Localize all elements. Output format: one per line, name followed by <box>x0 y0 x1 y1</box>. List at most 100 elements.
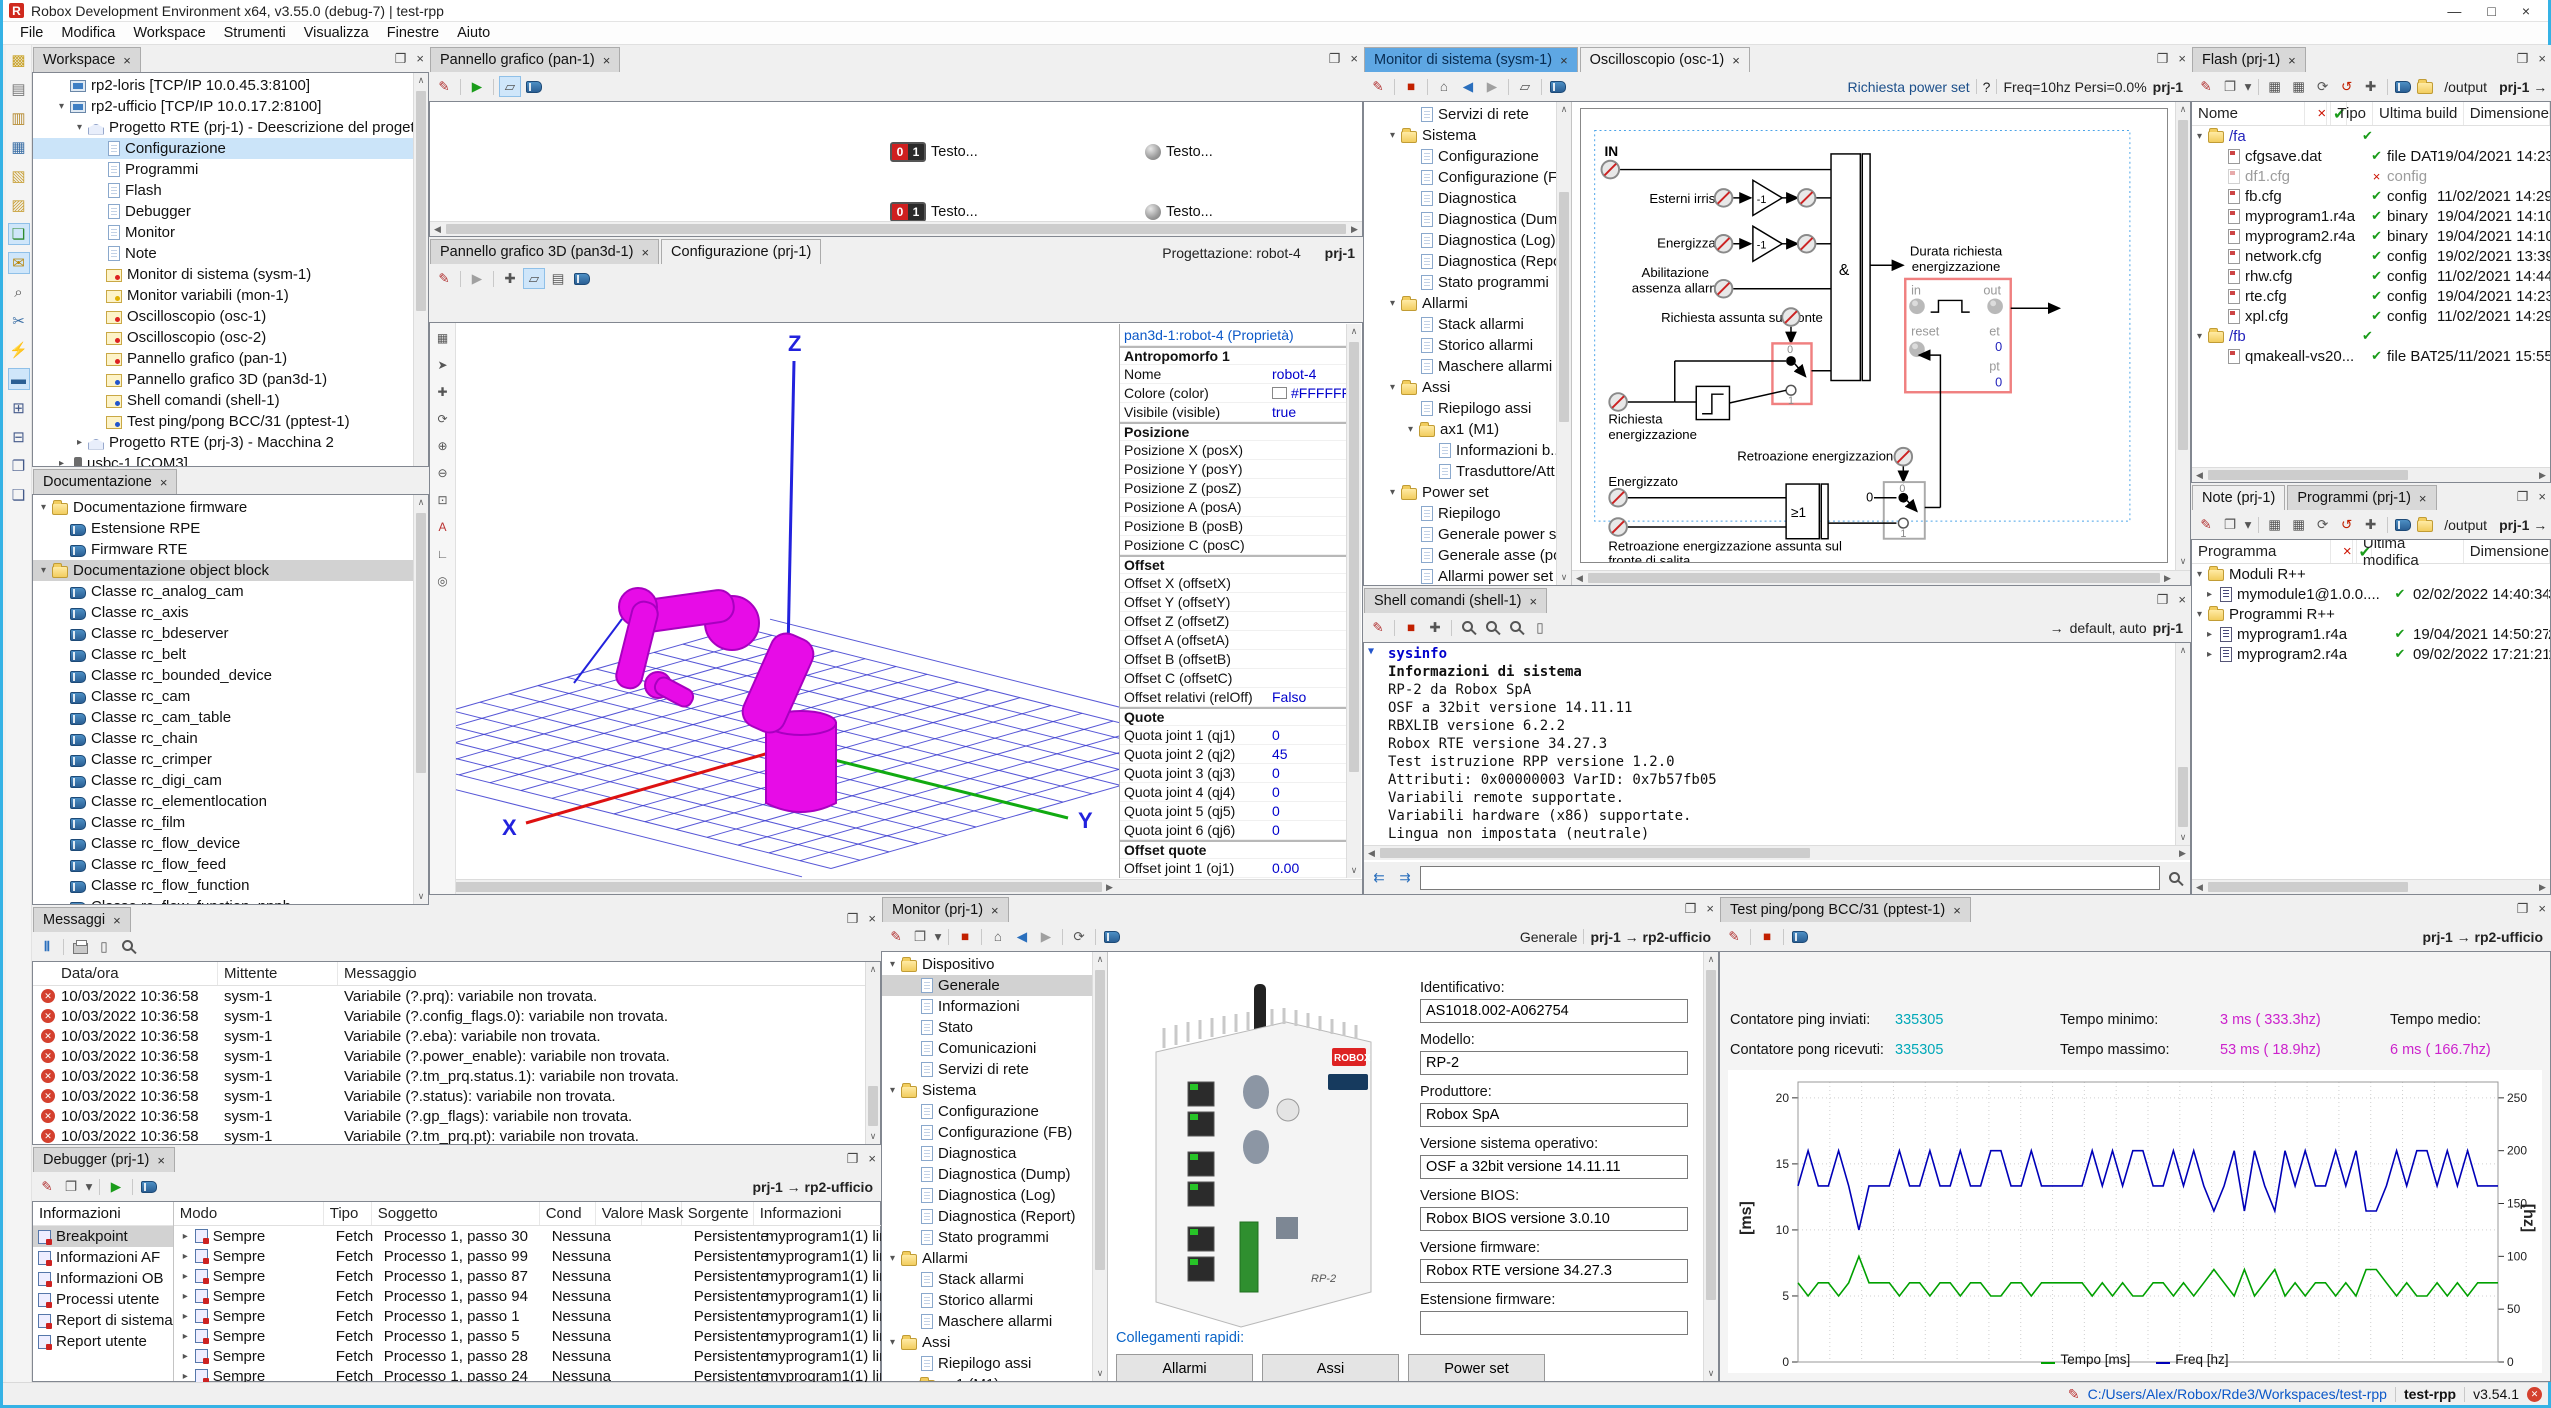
property-row[interactable]: Offset B (offsetB) <box>1120 650 1361 669</box>
zoom-in-text-icon[interactable] <box>1481 617 1503 638</box>
expander-icon[interactable]: ▾ <box>72 122 87 133</box>
dropdown-arrow-icon[interactable]: ▾ <box>2243 76 2253 97</box>
tree-item[interactable]: Riepilogo assi <box>1364 398 1571 419</box>
expander-icon[interactable]: ▸ <box>72 437 87 448</box>
property-row[interactable]: Posizione Z (posZ) <box>1120 479 1361 498</box>
property-row[interactable]: Offset <box>1120 555 1361 574</box>
back-icon[interactable]: ◀ <box>1011 926 1033 947</box>
design-mode-icon[interactable]: ▱ <box>1514 76 1536 97</box>
close-panel-icon[interactable]: × <box>2178 592 2186 608</box>
build-all-icon[interactable]: ▦ <box>2288 76 2310 97</box>
expander-icon[interactable]: ▾ <box>903 1379 918 1381</box>
sync-icon[interactable]: ⟳ <box>2312 514 2334 535</box>
tree-item[interactable]: Classe rc_film <box>33 812 428 833</box>
message-row[interactable]: ✕10/03/2022 10:36:58sysm-1Variabile (?.c… <box>33 1006 880 1026</box>
scrollbar-vertical[interactable]: ∧∨ <box>1703 952 1718 1381</box>
message-row[interactable]: ✕10/03/2022 10:36:58sysm-1Variabile (?.p… <box>33 1046 880 1066</box>
run-icon[interactable]: ▶ <box>466 268 488 289</box>
expander-icon[interactable]: ▾ <box>1385 382 1400 393</box>
tree-item[interactable]: ▾ax1 (M1) <box>1364 419 1571 440</box>
select-grid-icon[interactable]: ▦ <box>432 327 454 348</box>
folder-icon[interactable]: ▧ <box>8 165 30 187</box>
forward-icon[interactable]: ▶ <box>1035 926 1057 947</box>
tree-item[interactable]: Maschere allarmi <box>1364 356 1571 377</box>
pan-icon[interactable]: ✚ <box>432 381 454 402</box>
maximize-button[interactable]: □ <box>2487 3 2495 19</box>
info-list-item[interactable]: Breakpoint <box>33 1226 173 1247</box>
tree-item[interactable]: Storico allarmi <box>1364 335 1571 356</box>
message-row[interactable]: ✕10/03/2022 10:36:58sysm-1Variabile (?.g… <box>33 1106 880 1126</box>
program-row[interactable]: ▸myprogram2.r4a✔09/02/2022 17:21:21102 <box>2192 644 2550 664</box>
tree-item[interactable]: Diagnostica (Log) <box>882 1185 1107 1206</box>
tree-item[interactable]: ▸Progetto RTE (prj-3) - Macchina 2 <box>33 432 428 453</box>
tree-item[interactable]: Classe rc_flow_function <box>33 875 428 896</box>
tree-item[interactable]: Generale power set <box>1364 524 1571 545</box>
copy-icon[interactable]: ❐ <box>2219 76 2241 97</box>
property-row[interactable]: Offset Y (offsetY) <box>1120 593 1361 612</box>
col-modo[interactable]: Modo <box>174 1202 324 1225</box>
message-row[interactable]: ✕10/03/2022 10:36:58sysm-1Variabile (?.s… <box>33 1086 880 1106</box>
col-dimensione[interactable]: Dimensione <box>2464 540 2550 563</box>
menu-item[interactable]: Modifica <box>52 23 124 43</box>
tab-workspace[interactable]: Workspace× <box>33 47 141 72</box>
info-list-item[interactable]: Processi utente <box>33 1289 173 1310</box>
menu-item[interactable]: Visualizza <box>295 23 378 43</box>
close-panel-icon[interactable]: × <box>2538 489 2546 505</box>
panel-properties-icon[interactable]: ✎ <box>433 76 455 97</box>
tab-flash[interactable]: Flash (prj-1)× <box>2192 47 2306 72</box>
expander-icon[interactable]: ▾ <box>885 1085 900 1096</box>
program-row[interactable]: ▸myprogram1.r4a✔19/04/2021 14:50:272.22 <box>2192 624 2550 644</box>
property-row[interactable]: Quota joint 3 (qj3)0 <box>1120 764 1361 783</box>
tree-item[interactable]: Oscilloscopio (osc-2) <box>33 327 428 348</box>
tab-note[interactable]: Note (prj-1) <box>2192 485 2285 510</box>
field-value-input[interactable] <box>1420 1259 1688 1283</box>
info-list-item[interactable]: Informazioni AF <box>33 1247 173 1268</box>
tab-configurazione[interactable]: Configurazione (prj-1) <box>661 239 821 264</box>
col-soggetto[interactable]: Soggetto <box>372 1202 540 1225</box>
float-panel-icon[interactable]: ❐ <box>395 51 407 67</box>
copy-icon[interactable]: ❐ <box>60 1176 82 1197</box>
expander-icon[interactable]: ▾ <box>2192 609 2207 620</box>
file-row[interactable]: cfgsave.dat✔file DAT19/04/2021 14:23:33 <box>2192 146 2550 166</box>
workspace-cube-icon[interactable]: ▩ <box>8 49 30 71</box>
zoom-in-icon[interactable]: ⊕ <box>432 435 454 456</box>
property-row[interactable]: Quota joint 4 (qj4)0 <box>1120 783 1361 802</box>
property-row[interactable]: Posizione <box>1120 422 1361 441</box>
page-icon[interactable]: ▯ <box>1529 617 1551 638</box>
home-icon[interactable]: ⌂ <box>987 926 1009 947</box>
property-row[interactable]: Posizione X (posX) <box>1120 441 1361 460</box>
col-sorgente[interactable]: Sorgente <box>682 1202 754 1225</box>
forward-icon[interactable]: ▶ <box>1481 76 1503 97</box>
tab-programmi[interactable]: Programmi (prj-1)× <box>2287 485 2436 510</box>
breakpoint-row[interactable]: ▸SempreFetchProcesso 1, passo 94NessunaP… <box>174 1286 921 1306</box>
program-row[interactable]: ▾Programmi R++ <box>2192 604 2550 624</box>
label-icon[interactable]: A <box>432 516 454 537</box>
tab-close-icon[interactable]: × <box>1732 53 1740 68</box>
tab-debugger[interactable]: Debugger (prj-1)× <box>33 1147 175 1172</box>
panel-properties-icon[interactable]: ✎ <box>433 268 455 289</box>
field-value-input[interactable] <box>1420 1051 1688 1075</box>
camera-view-icon[interactable]: ◎ <box>432 570 454 591</box>
tree-item[interactable]: Diagnostica <box>882 1143 1107 1164</box>
help-book-icon[interactable] <box>1101 926 1123 947</box>
program-row[interactable]: ▸mymodule1@1.0.0....✔02/02/2022 14:40:34… <box>2192 584 2550 604</box>
property-value[interactable]: true <box>1272 404 1296 420</box>
run-icon[interactable]: ▶ <box>466 76 488 97</box>
field-value-input[interactable] <box>1420 1155 1688 1179</box>
build-icon[interactable]: ▦ <box>2264 514 2286 535</box>
scrollbar-horizontal[interactable]: ◀▶ <box>2192 467 2550 482</box>
tree-item[interactable]: Pannello grafico (pan-1) <box>33 348 428 369</box>
property-row[interactable]: Quote <box>1120 707 1361 726</box>
col-mittente[interactable]: Mittente <box>218 962 338 985</box>
close-panel-icon[interactable]: × <box>868 1151 876 1167</box>
tree-item[interactable]: Classe rc_belt <box>33 644 428 665</box>
stop-icon[interactable]: ■ <box>954 926 976 947</box>
tree-item[interactable]: Trasduttore/Att... <box>1364 461 1571 482</box>
property-row[interactable]: Quota joint 6 (qj6)0 <box>1120 821 1361 840</box>
col-check[interactable]: ×✔ <box>2305 102 2331 125</box>
search-icon[interactable]: ⌕ <box>8 281 30 303</box>
file-row[interactable]: fb.cfg✔config11/02/2021 14:29:16 <box>2192 186 2550 206</box>
tab-monitor-di-sistema[interactable]: Monitor di sistema (sysm-1)× <box>1364 47 1578 72</box>
breakpoint-row[interactable]: ▸SempreFetchProcesso 1, passo 1NessunaPe… <box>174 1306 921 1326</box>
design-mode-icon[interactable]: ▱ <box>523 268 545 289</box>
